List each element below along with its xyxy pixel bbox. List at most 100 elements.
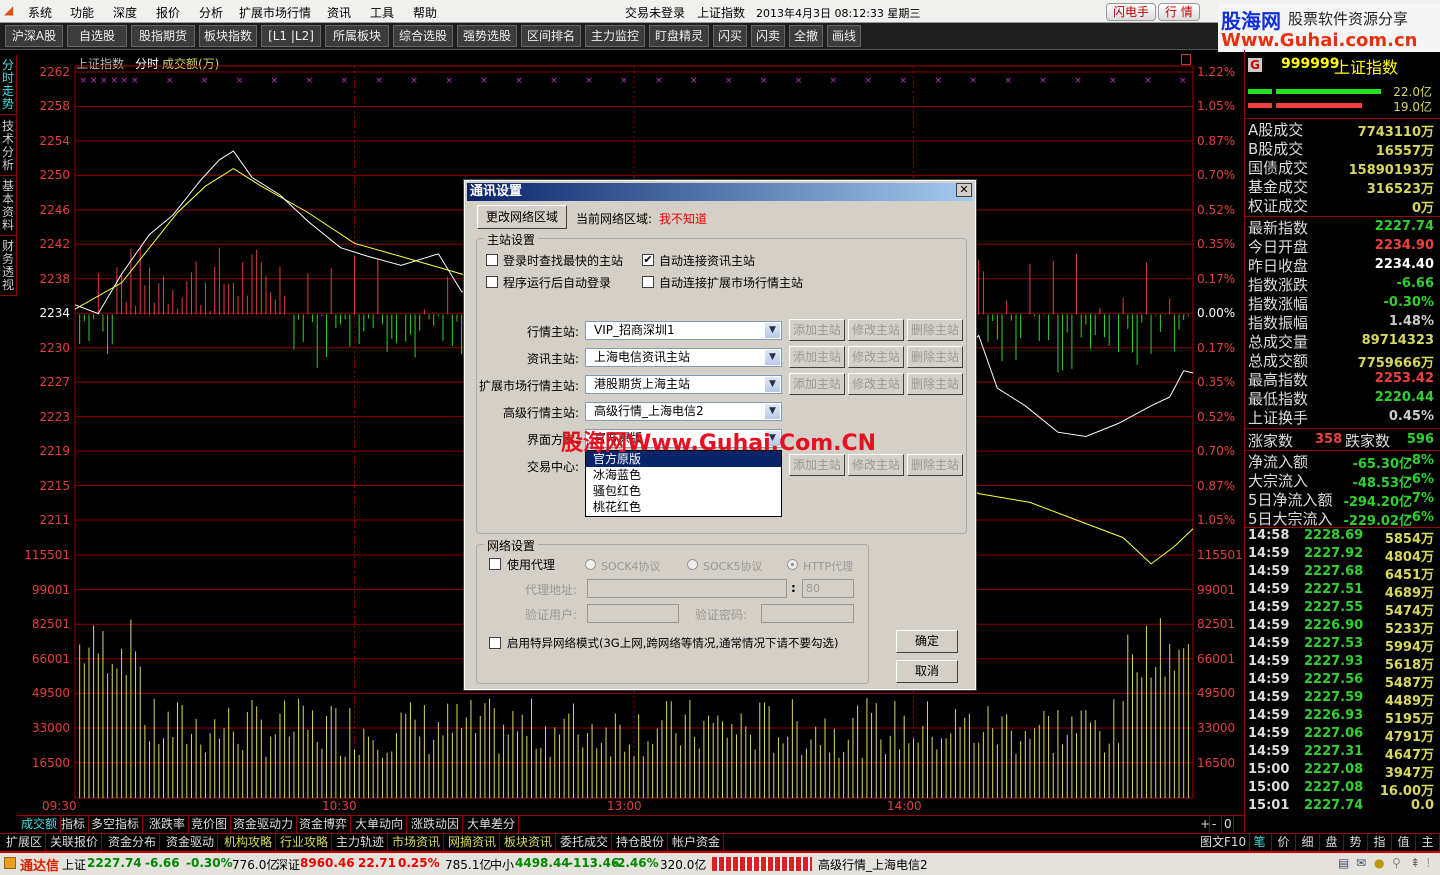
tick-time: 14:59 xyxy=(1248,636,1290,651)
del-station-button[interactable]: 删除主站 xyxy=(907,346,963,368)
side-tab-1[interactable]: 技术分析 xyxy=(0,116,17,176)
proxy-port-input[interactable]: 80 xyxy=(802,579,854,598)
scheme-option-3[interactable]: 桃花红色 xyxy=(586,499,781,515)
arrows-icon[interactable]: ⇞ xyxy=(1410,856,1420,870)
auth-user-input[interactable] xyxy=(587,604,679,623)
ext-tab-1[interactable]: 关联报价 xyxy=(47,834,103,851)
right-tab-3[interactable]: 盘 xyxy=(1320,834,1344,851)
edit-station-button[interactable]: 修改主站 xyxy=(848,319,904,341)
bottom-tab-9[interactable]: 大单差分 xyxy=(464,816,520,833)
right-tab-5[interactable]: 指 xyxy=(1368,834,1392,851)
right-tab-4[interactable]: 势 xyxy=(1344,834,1368,851)
side-tab-3[interactable]: 财务透视 xyxy=(0,236,17,296)
region-label: 当前网络区域: xyxy=(576,212,653,226)
ext-tab-10[interactable]: 委托成交 xyxy=(557,834,613,851)
bottom-tab-4[interactable]: 竞价图 xyxy=(188,816,232,833)
bottom-tab-7[interactable]: 大单动向 xyxy=(352,816,408,833)
ext-tab-9[interactable]: 板块资讯 xyxy=(501,834,557,851)
right-tab-1[interactable]: 价 xyxy=(1272,834,1296,851)
sock5-label: SOCK5协议 xyxy=(703,560,763,573)
ext-tab-4[interactable]: 机构攻略 xyxy=(221,834,277,851)
bottom-tab-0[interactable]: 成交额 xyxy=(18,816,62,833)
del-station-button[interactable]: 删除主站 xyxy=(907,319,963,341)
edit-station-button[interactable]: 修改主站 xyxy=(848,373,904,395)
mail-icon[interactable]: ✉ xyxy=(1356,856,1366,870)
scheme-option-1[interactable]: 冰海蓝色 xyxy=(586,467,781,483)
watermark: 股海网Www.Guhai.Com.CN xyxy=(561,431,877,456)
signal-icon[interactable]: ⚲ xyxy=(1392,856,1401,870)
bottom-tab-1[interactable]: 指标 xyxy=(58,816,90,833)
notes-icon[interactable]: ▤ xyxy=(1338,856,1349,870)
right-tab-6[interactable]: 值 xyxy=(1392,834,1416,851)
turnover-label: 国债成交 xyxy=(1248,159,1309,177)
bottom-tab-5[interactable]: 资金驱动力 xyxy=(230,816,298,833)
tick-time: 14:59 xyxy=(1248,744,1290,759)
auth-pwd-input[interactable] xyxy=(761,604,854,623)
zoom-button-2[interactable]: 0 xyxy=(1222,816,1234,833)
edit-station-button[interactable]: 修改主站 xyxy=(848,454,904,476)
close-button[interactable]: ✕ xyxy=(956,183,972,197)
http-radio[interactable] xyxy=(787,559,798,570)
coin-icon[interactable]: ● xyxy=(1374,856,1384,870)
bottom-tab-3[interactable]: 涨跌率 xyxy=(146,816,190,833)
side-tab-2[interactable]: 基本资料 xyxy=(0,176,17,236)
scheme-option-2[interactable]: 骚包红色 xyxy=(586,483,781,499)
sz-value[interactable]: 8960.46 xyxy=(300,856,355,870)
chevron-down-icon[interactable]: ▼ xyxy=(765,404,780,419)
del-station-button[interactable]: 删除主站 xyxy=(907,373,963,395)
ext-tab-3[interactable]: 资金驱动 xyxy=(163,834,219,851)
volume-tick-right: 16500 xyxy=(1197,755,1236,770)
ext-tab-5[interactable]: 行业攻略 xyxy=(277,834,333,851)
station-select[interactable]: 高级行情_上海电信2 ▼ xyxy=(585,402,782,421)
zoom-button-0[interactable]: + xyxy=(1198,816,1210,833)
stat-label: 指数涨跌 xyxy=(1248,276,1309,294)
station-select[interactable]: 港股期货上海主站 ▼ xyxy=(585,375,782,394)
http-label: HTTP代理 xyxy=(803,560,854,573)
f10-button[interactable]: 图文F10 xyxy=(1197,834,1251,851)
zx-value[interactable]: 4498.44 xyxy=(515,856,570,870)
chevron-down-icon[interactable]: ▼ xyxy=(765,377,780,392)
change-region-button[interactable]: 更改网络区域 xyxy=(477,205,567,229)
edit-station-button[interactable]: 修改主站 xyxy=(848,346,904,368)
sock4-radio[interactable] xyxy=(585,559,596,570)
ext-tab-6[interactable]: 主力轨迹 xyxy=(333,834,389,851)
ext-tab-0[interactable]: 扩展区 xyxy=(3,834,47,851)
station-select[interactable]: VIP_招商深圳1 ▼ xyxy=(585,321,782,340)
bottom-tab-6[interactable]: 资金博弈 xyxy=(296,816,352,833)
ext-tab-12[interactable]: 帐户资金 xyxy=(669,834,725,851)
auto-ext-checkbox[interactable] xyxy=(642,276,654,288)
add-station-button[interactable]: 添加主站 xyxy=(789,454,845,476)
proxy-addr-input[interactable] xyxy=(587,579,787,598)
ext-tab-7[interactable]: 市场资讯 xyxy=(389,834,445,851)
autologin-checkbox[interactable] xyxy=(486,276,498,288)
cancel-button[interactable]: 取消 xyxy=(896,660,958,683)
proxy-checkbox[interactable] xyxy=(489,558,501,570)
add-station-button[interactable]: 添加主站 xyxy=(789,373,845,395)
chevron-down-icon[interactable]: ▼ xyxy=(765,323,780,338)
tick-price: 2227.06 xyxy=(1304,726,1364,741)
station-select[interactable]: 上海电信资讯主站 ▼ xyxy=(585,348,782,367)
auto-info-checkbox[interactable]: ✔ xyxy=(642,254,654,266)
right-tab-7[interactable]: 主 xyxy=(1416,834,1440,851)
ext-tab-8[interactable]: 网摘资讯 xyxy=(445,834,501,851)
ok-button[interactable]: 确定 xyxy=(896,630,958,653)
add-station-button[interactable]: 添加主站 xyxy=(789,319,845,341)
ext-tab-2[interactable]: 资金分布 xyxy=(105,834,161,851)
flow-value: -294.20亿 xyxy=(1343,495,1412,510)
zoom-button-1[interactable]: - xyxy=(1210,816,1222,833)
ext-tab-11[interactable]: 持仓股份 xyxy=(613,834,669,851)
alert-icon[interactable]: ! xyxy=(1426,856,1431,870)
sock5-radio[interactable] xyxy=(687,559,698,570)
right-tab-0[interactable]: 笔 xyxy=(1248,834,1272,851)
bottom-tab-2[interactable]: 多空指标 xyxy=(88,816,144,833)
special-network-checkbox[interactable] xyxy=(489,637,501,649)
chevron-down-icon[interactable]: ▼ xyxy=(765,350,780,365)
fastest-checkbox[interactable] xyxy=(486,254,498,266)
del-station-button[interactable]: 删除主站 xyxy=(907,454,963,476)
guhai-logo: 股海网 股票软件资源分享 Www.Guhai.com.cn xyxy=(1218,4,1440,52)
sh-value[interactable]: 2227.74 xyxy=(87,856,142,870)
side-tab-0[interactable]: 分时走势 xyxy=(0,55,17,115)
right-tab-2[interactable]: 细 xyxy=(1296,834,1320,851)
bottom-tab-8[interactable]: 涨跌动因 xyxy=(408,816,464,833)
add-station-button[interactable]: 添加主站 xyxy=(789,346,845,368)
